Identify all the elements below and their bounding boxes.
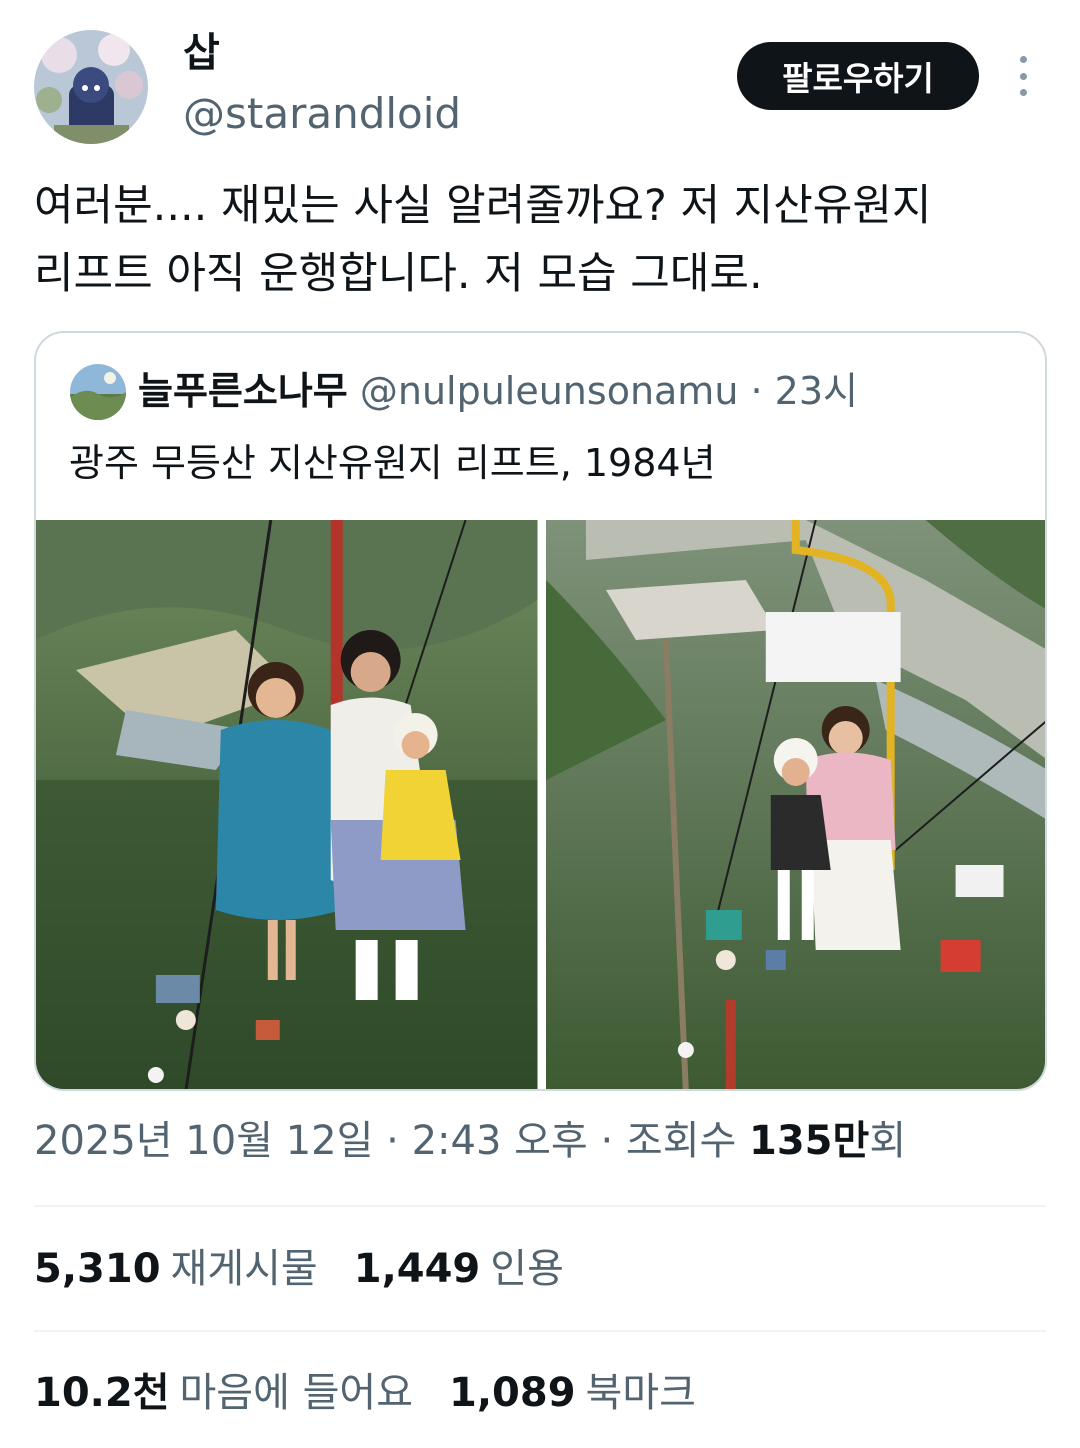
views-suffix: 회	[869, 1118, 907, 1164]
quotes-stat[interactable]: 1,449 인용	[354, 1246, 600, 1292]
retweets-label: 재게시물	[170, 1246, 318, 1292]
likes-stat[interactable]: 10.2천 마음에 들어요	[34, 1370, 449, 1416]
divider	[34, 1330, 1046, 1332]
likes-count: 10.2천	[34, 1370, 170, 1416]
follow-button[interactable]: 팔로우하기	[737, 42, 979, 110]
photo-present-chairlift[interactable]	[545, 520, 1045, 1089]
more-dot	[1019, 72, 1027, 80]
author-display-name[interactable]: 삽	[183, 28, 220, 78]
retweets-stat[interactable]: 5,310 재게시물	[34, 1246, 354, 1292]
tweet-timestamp: 2025년 10월 12일 · 2:43 오후 · 조회수 135만회	[34, 1112, 906, 1170]
quoted-handle[interactable]: @nulpuleunsonamu	[360, 369, 739, 413]
quotes-label: 인용	[490, 1246, 564, 1292]
quoted-tweet-card[interactable]: 늘푸른소나무 @nulpuleunsonamu · 23시 광주 무등산 지산유…	[34, 331, 1047, 1091]
bookmarks-stat[interactable]: 1,089 북마크	[449, 1370, 732, 1416]
quoted-time[interactable]: 23시	[775, 369, 858, 413]
quoted-media	[36, 520, 1045, 1089]
quoted-display-name[interactable]: 늘푸른소나무	[138, 369, 348, 413]
likes-label: 마음에 들어요	[179, 1370, 414, 1416]
meta-separator: ·	[587, 1118, 626, 1164]
more-dot	[1019, 56, 1027, 63]
views-count: 135만	[749, 1118, 870, 1164]
quoted-header: 늘푸른소나무 @nulpuleunsonamu · 23시	[138, 363, 858, 419]
post-date[interactable]: 2025년 10월 12일	[34, 1118, 373, 1164]
quoted-author-avatar[interactable]	[70, 364, 126, 420]
tweet-text: 여러분.... 재밌는 사실 알려줄까요? 저 지산유원지 리프트 아직 운행합…	[34, 181, 932, 299]
more-dot	[1019, 89, 1027, 96]
author-avatar[interactable]	[34, 30, 148, 144]
stats-row-engagement: 10.2천 마음에 들어요 1,089 북마크	[34, 1364, 732, 1422]
quoted-text: 광주 무등산 지산유원지 리프트, 1984년	[69, 441, 716, 485]
post-time[interactable]: 2:43 오후	[412, 1118, 588, 1164]
bookmarks-count: 1,089	[449, 1370, 576, 1416]
divider	[34, 1205, 1046, 1207]
retweets-count: 5,310	[34, 1246, 161, 1292]
bookmarks-label: 북마크	[585, 1370, 696, 1416]
views-label: 조회수	[625, 1118, 750, 1164]
photo-1984-chairlift[interactable]	[36, 520, 538, 1089]
more-vertical-icon[interactable]	[1008, 56, 1038, 96]
quotes-count: 1,449	[353, 1246, 481, 1292]
meta-separator: ·	[373, 1118, 412, 1164]
meta-separator: ·	[738, 369, 775, 413]
author-handle[interactable]: @starandloid	[183, 88, 461, 140]
stats-row-shares: 5,310 재게시물 1,449 인용	[34, 1240, 600, 1298]
